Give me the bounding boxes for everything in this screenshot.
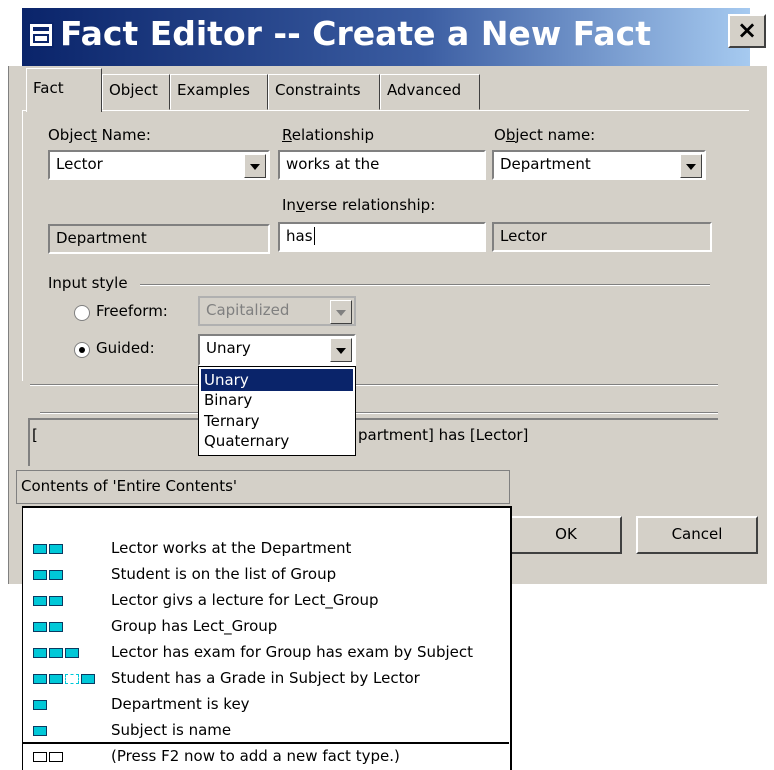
- freeform-value: Capitalized: [206, 301, 290, 319]
- fact-text: Lector works at the Department: [111, 539, 352, 557]
- inverse-value: has: [286, 227, 313, 245]
- object1-select[interactable]: Lector: [48, 150, 270, 180]
- guided-radio[interactable]: [74, 342, 90, 358]
- inverse-relationship-input[interactable]: has: [278, 222, 486, 252]
- freeform-select: Capitalized: [198, 296, 356, 326]
- option-quaternary[interactable]: Quaternary: [201, 430, 353, 452]
- option-unary[interactable]: Unary: [201, 369, 353, 391]
- inverse-object-left: Department: [48, 224, 270, 254]
- tab-object[interactable]: Object: [102, 74, 170, 110]
- chevron-down-icon[interactable]: [330, 338, 352, 362]
- tab-examples[interactable]: Examples: [170, 74, 268, 110]
- group-divider: [140, 284, 710, 286]
- relationship-label: Relationship: [282, 126, 375, 144]
- add-fact-row[interactable]: (Press F2 now to add a new fact type.): [23, 742, 509, 770]
- contents-header: Contents of 'Entire Contents': [16, 470, 510, 504]
- guided-dropdown-list: Unary Binary Ternary Quaternary: [198, 366, 356, 456]
- chevron-down-icon[interactable]: [244, 154, 266, 178]
- fact-row[interactable]: Lector givs a lecture for Lect_Group: [23, 588, 509, 614]
- ok-button[interactable]: OK: [510, 516, 622, 554]
- close-button[interactable]: ×: [728, 14, 766, 48]
- fact-row[interactable]: Lector works at the Department: [23, 536, 509, 562]
- fact-row[interactable]: Group has Lect_Group: [23, 614, 509, 640]
- fact-text: Department is key: [111, 695, 250, 713]
- preview-prefix: [: [32, 426, 38, 444]
- fact-text: Subject is name: [111, 721, 232, 739]
- object-name-label: Object Name:: [48, 126, 151, 144]
- divider-line: [30, 384, 718, 386]
- guided-select[interactable]: Unary: [198, 334, 356, 366]
- fact-row[interactable]: Student has a Grade in Subject by Lector: [23, 666, 509, 692]
- preview-text: partment] has [Lector]: [358, 426, 529, 444]
- inverse-object-right: Lector: [492, 222, 712, 252]
- window-title: Fact Editor -- Create a New Fact: [60, 14, 652, 53]
- option-ternary[interactable]: Ternary: [201, 410, 353, 432]
- fact-editor-app-icon: [28, 22, 54, 48]
- fact-row[interactable]: Lector has exam for Group has exam by Su…: [23, 640, 509, 666]
- relationship-input[interactable]: works at the: [278, 150, 486, 180]
- tab-constraints[interactable]: Constraints: [268, 74, 380, 110]
- object2-value: Department: [500, 155, 591, 173]
- add-fact-hint: (Press F2 now to add a new fact type.): [111, 747, 400, 765]
- fact-list: Lector works at the Department Student i…: [22, 506, 512, 770]
- freeform-label: Freeform:: [96, 302, 168, 320]
- input-style-label: Input style: [48, 274, 134, 292]
- chevron-down-icon[interactable]: [680, 154, 702, 178]
- chevron-down-icon: [330, 300, 352, 324]
- fact-text: Student has a Grade in Subject by Lector: [111, 669, 420, 687]
- object2-select[interactable]: Department: [492, 150, 706, 180]
- divider-line: [40, 412, 718, 414]
- guided-value: Unary: [206, 339, 251, 357]
- title-bar: Fact Editor -- Create a New Fact: [22, 8, 750, 66]
- option-binary[interactable]: Binary: [201, 389, 353, 411]
- fact-text: Lector has exam for Group has exam by Su…: [111, 643, 474, 661]
- fact-row[interactable]: Subject is name: [23, 718, 509, 744]
- close-icon: ×: [736, 16, 758, 44]
- object1-value: Lector: [56, 155, 103, 173]
- fact-row[interactable]: Department is key: [23, 692, 509, 718]
- tab-advanced[interactable]: Advanced: [380, 74, 480, 110]
- guided-label: Guided:: [96, 339, 155, 357]
- fact-row[interactable]: Student is on the list of Group: [23, 562, 509, 588]
- relationship-value: works at the: [286, 155, 380, 173]
- fact-text: Student is on the list of Group: [111, 565, 337, 583]
- object-name2-label: Object name:: [494, 126, 596, 144]
- fact-text: Lector givs a lecture for Lect_Group: [111, 591, 379, 609]
- freeform-radio[interactable]: [74, 305, 90, 321]
- inverse-relationship-label: Inverse relationship:: [282, 196, 436, 214]
- fact-text: Group has Lect_Group: [111, 617, 278, 635]
- text-cursor: [313, 227, 315, 245]
- cancel-button[interactable]: Cancel: [636, 516, 758, 554]
- tab-fact[interactable]: Fact: [26, 68, 102, 112]
